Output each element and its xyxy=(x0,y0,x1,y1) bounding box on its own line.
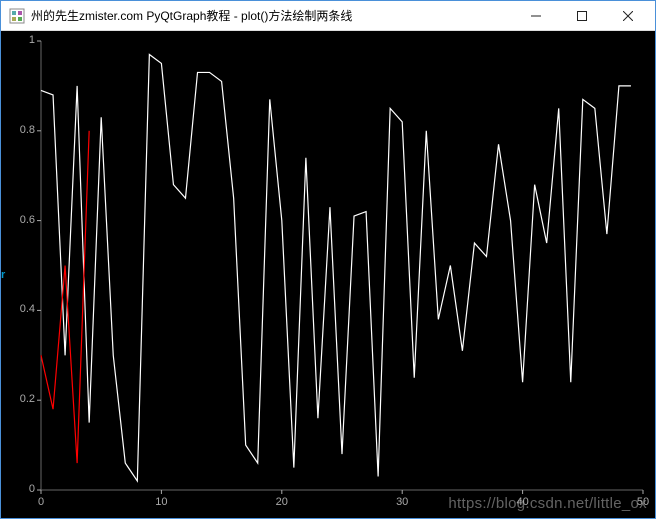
window-title: 州的先生zmister.com PyQtGraph教程 - plot()方法绘制… xyxy=(31,7,513,24)
plot-area[interactable]: r 00.20.40.60.8101020304050 https://blog… xyxy=(1,31,655,518)
y-tick-label: 0 xyxy=(5,483,35,495)
window-controls xyxy=(513,1,651,30)
close-button[interactable] xyxy=(605,1,651,30)
y-tick-label: 0.6 xyxy=(5,214,35,226)
app-icon xyxy=(9,8,25,24)
chart-svg xyxy=(1,31,655,518)
plot-client-area: r 00.20.40.60.8101020304050 https://blog… xyxy=(1,31,655,518)
y-tick-label: 0.2 xyxy=(5,393,35,405)
maximize-button[interactable] xyxy=(559,1,605,30)
y-tick-label: 0.8 xyxy=(5,124,35,136)
titlebar: 州的先生zmister.com PyQtGraph教程 - plot()方法绘制… xyxy=(1,1,655,31)
y-tick-label: 0.4 xyxy=(5,303,35,315)
x-tick-label: 40 xyxy=(513,496,533,508)
x-tick-label: 50 xyxy=(633,496,653,508)
x-tick-label: 20 xyxy=(272,496,292,508)
x-tick-label: 30 xyxy=(392,496,412,508)
x-tick-label: 0 xyxy=(31,496,51,508)
x-tick-label: 10 xyxy=(151,496,171,508)
y-tick-label: 1 xyxy=(5,34,35,46)
minimize-button[interactable] xyxy=(513,1,559,30)
